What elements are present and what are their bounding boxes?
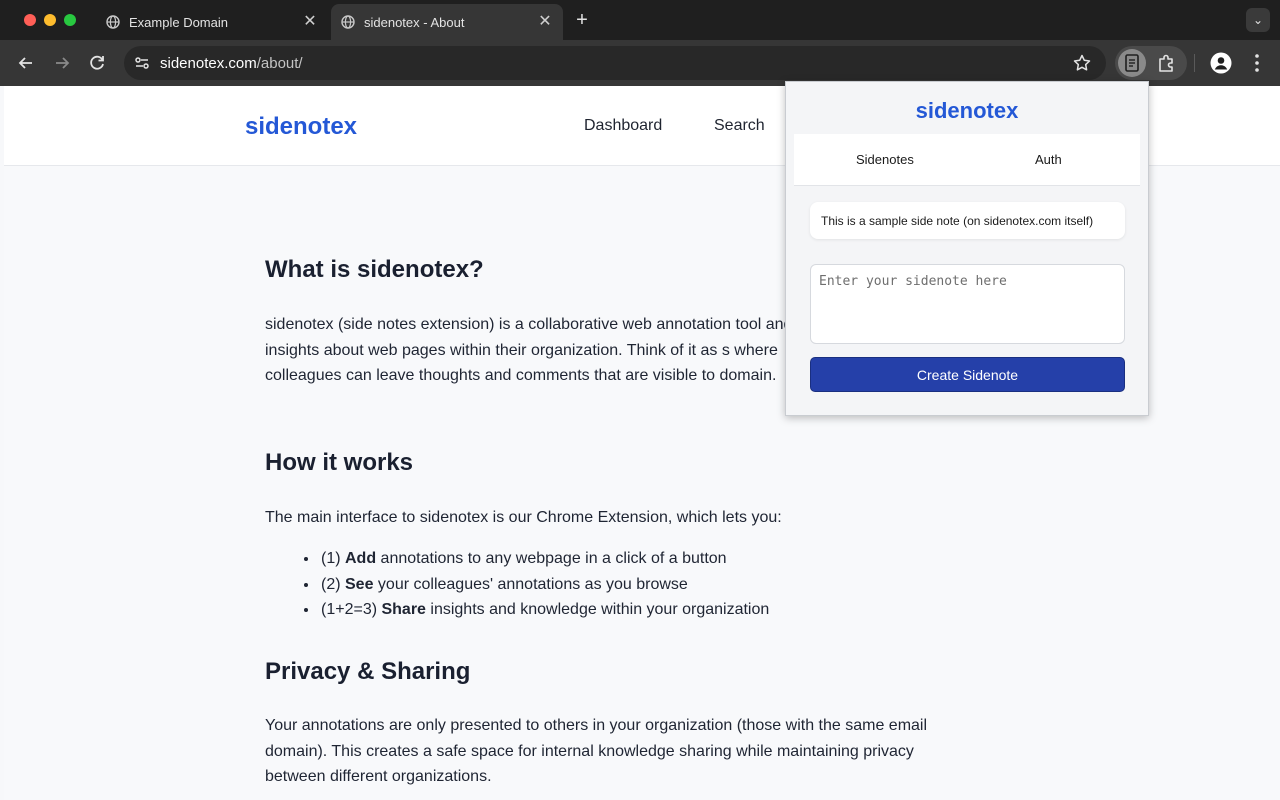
popup-title: sidenotex [915,98,1019,123]
browser-toolbar: sidenotex.com/about/ [0,40,1280,86]
list-item-bold: Add [345,550,377,567]
create-sidenote-button[interactable]: Create Sidenote [810,357,1125,392]
section-heading: Privacy & Sharing [265,658,471,685]
star-icon[interactable] [1072,53,1092,73]
section-paragraph: sidenotex (side notes extension) is a co… [265,316,793,384]
feature-list: (1) Add annotations to any webpage in a … [319,546,769,623]
more-icon[interactable] [1250,52,1264,74]
globe-icon [106,15,120,29]
minimize-window-button[interactable] [44,14,56,26]
maximize-window-button[interactable] [64,14,76,26]
list-item: (1+2=3) Share insights and knowledge wit… [319,597,769,623]
site-logo[interactable]: sidenotex [245,113,357,141]
list-item: (1) Add annotations to any webpage in a … [319,546,769,572]
close-window-button[interactable] [24,14,36,26]
close-icon[interactable]: ✕ [302,14,318,30]
tab-sidenotes[interactable]: Sidenotes [856,152,914,167]
nav-link-dashboard[interactable]: Dashboard [584,117,662,135]
popup-tab-bar: Sidenotes Auth [794,134,1140,186]
section-heading: How it works [265,449,414,476]
tab-sidenotex-about[interactable]: sidenotex - About ✕ [331,4,563,40]
tab-auth[interactable]: Auth [1035,152,1062,167]
list-item-prefix: (2) [321,575,345,593]
plus-icon[interactable]: + [572,10,592,30]
chevron-down-icon[interactable]: ⌄ [1246,8,1270,32]
url-path: /about/ [256,54,303,72]
list-item: (2) See your colleagues' annotations as … [319,572,769,598]
globe-icon [341,15,355,29]
profile-icon[interactable] [1210,52,1232,74]
reload-icon[interactable] [85,51,109,75]
extensions-group [1115,46,1187,80]
tab-strip: Example Domain ✕ sidenotex - About ✕ + ⌄ [0,0,1280,40]
tab-example-domain[interactable]: Example Domain ✕ [96,4,328,40]
puzzle-icon[interactable] [1155,51,1179,75]
url-host: sidenotex.com [160,54,257,72]
list-item-bold: Share [381,601,426,618]
extension-popup: sidenotex Sidenotes Auth This is a sampl… [785,81,1149,416]
list-item-bold: See [345,575,374,593]
list-item-prefix: (1) [321,550,345,567]
tab-title: sidenotex - About [364,14,465,30]
section-heading: What is sidenotex? [265,256,484,283]
nav-link-search[interactable]: Search [714,117,765,135]
list-item-prefix: (1+2=3) [321,601,382,618]
section-paragraph: The main interface to sidenotex is our C… [265,509,782,526]
sidenote-input[interactable] [810,264,1125,344]
forward-arrow-icon[interactable] [50,51,74,75]
address-bar[interactable]: sidenotex.com/about/ [124,46,1106,80]
url-text: sidenotex.com/about/ [160,55,303,72]
site-info-icon[interactable] [132,53,152,73]
list-item-text: insights and knowledge within your organ… [425,601,770,618]
toolbar-divider [1194,54,1195,72]
tab-title: Example Domain [129,14,228,30]
sidenotex-extension-icon[interactable] [1118,49,1146,77]
section-paragraph: Your annotations are only presented to o… [265,717,928,785]
close-icon[interactable]: ✕ [537,14,553,30]
back-arrow-icon[interactable] [14,51,38,75]
list-item-text: annotations to any webpage in a click of… [376,550,727,567]
sidenote-card: This is a sample side note (on sidenotex… [810,202,1125,239]
list-item-text: your colleagues' annotations as you brow… [373,575,688,593]
